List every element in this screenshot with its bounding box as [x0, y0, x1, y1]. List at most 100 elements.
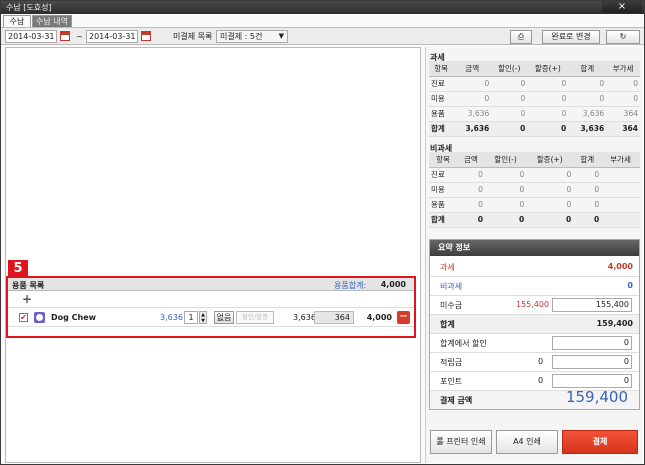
change-complete-button[interactable]: 완료로 변경 — [542, 30, 600, 44]
summary-label: 미수금 — [440, 301, 463, 310]
column-header: 할인(-) — [484, 152, 527, 168]
summary-row-discount: 합계에서 할인 0 — [430, 334, 639, 353]
table-cell: 3,636 — [453, 106, 492, 122]
summary-title: 요약 정보 — [430, 240, 639, 256]
column-header: 항목 — [429, 152, 457, 168]
table-cell: 0 — [491, 121, 528, 137]
table-cell: 0 — [573, 182, 602, 198]
table-cell: 0 — [491, 106, 528, 122]
item-list-panel: 용품 목록 용품합계: 4,000 + ✔ Dog Chew 3,636 1 ▲… — [6, 276, 416, 338]
table-cell: 미용 — [429, 182, 457, 198]
table-cell: 0 — [573, 197, 602, 213]
chevron-down-icon: ▼ — [278, 32, 284, 40]
summary-label: 포인트 — [440, 377, 463, 386]
unpaid-input[interactable]: 155,400 — [552, 298, 632, 312]
right-pane: 과세 항목 금액 할인(-) 할증(+) 합계 부가세 진료 0 0 0 0 0… — [425, 47, 642, 463]
column-header: 할인(-) — [491, 61, 528, 77]
point-input[interactable]: 0 — [552, 374, 632, 388]
table-cell — [601, 197, 640, 213]
item-amount: 3,636 — [293, 313, 316, 322]
window-title: 수납 [도효성] — [6, 3, 52, 12]
section-badge: 5 — [8, 260, 28, 277]
table-cell: 0 — [526, 197, 574, 213]
item-vat: 364 — [314, 311, 354, 324]
taxable-table: 항목 금액 할인(-) 할증(+) 합계 부가세 진료 0 0 0 0 0 미용… — [429, 61, 640, 137]
column-header: 항목 — [429, 61, 454, 77]
table-total-row: 합계 0 0 0 0 — [429, 212, 640, 228]
table-cell: 0 — [606, 76, 640, 92]
quantity-stepper[interactable]: ▲ ▼ — [199, 311, 207, 324]
summary-row-total: 합계 159,400 — [430, 315, 639, 334]
a4-print-button[interactable]: A4 인쇄 — [496, 430, 558, 454]
pay-amount-value: 159,400 — [565, 388, 628, 406]
table-cell: 합계 — [429, 212, 457, 228]
round-button[interactable]: 없음 — [214, 311, 234, 324]
column-header: 부가세 — [606, 61, 640, 77]
column-header: 부가세 — [601, 152, 640, 168]
column-header: 금액 — [456, 152, 485, 168]
action-buttons: 롤 프린터 인쇄 A4 인쇄 결제 — [426, 430, 643, 460]
left-pane — [5, 47, 421, 463]
table-cell: 용품 — [429, 106, 454, 122]
table-cell: 0 — [527, 121, 569, 137]
unpaid-select-value: 미결제 : 5건 — [220, 32, 263, 41]
date-from-input[interactable]: 2014-03-31 — [5, 30, 57, 43]
table-cell: 0 — [527, 91, 569, 107]
table-cell: 0 — [484, 212, 527, 228]
column-header: 금액 — [453, 61, 492, 77]
table-cell — [601, 212, 640, 228]
summary-value: 0 — [627, 281, 633, 290]
close-button[interactable]: × — [602, 1, 642, 13]
table-cell: 3,636 — [568, 106, 607, 122]
discount-input[interactable]: 할인/할증 — [236, 311, 274, 324]
column-header: 합계 — [573, 152, 602, 168]
tab-payment[interactable]: 수납 — [3, 15, 31, 27]
table-cell: 364 — [606, 106, 640, 122]
table-cell: 0 — [491, 76, 528, 92]
table-cell: 0 — [568, 76, 607, 92]
tab-payment-history[interactable]: 수납 내역 — [32, 15, 72, 27]
pay-button[interactable]: 결제 — [562, 430, 638, 454]
table-row: 용품 3,636 0 0 3,636 364 — [429, 106, 640, 122]
table-cell: 0 — [456, 167, 485, 183]
reserve-input[interactable]: 0 — [552, 355, 632, 369]
table-row: 진료 0 0 0 0 0 — [429, 76, 640, 92]
item-row: ✔ Dog Chew 3,636 1 ▲ ▼ 없음 할인/할증 3,636 364… — [8, 307, 414, 327]
item-sum-label: 용품합계: — [334, 281, 367, 290]
refresh-button[interactable]: ↻ — [606, 30, 640, 44]
item-name: Dog Chew — [51, 313, 97, 322]
column-header: 할증(+) — [527, 61, 569, 77]
item-list-title: 용품 목록 — [12, 281, 45, 290]
table-cell — [601, 167, 640, 183]
calendar-icon[interactable] — [141, 31, 151, 41]
save-icon-button[interactable]: ⎙ — [510, 30, 532, 44]
item-price: 3,636 — [160, 313, 183, 322]
unpaid-list-select[interactable]: 미결제 : 5건 ▼ — [216, 30, 288, 43]
table-cell: 0 — [456, 212, 485, 228]
table-cell: 0 — [484, 197, 527, 213]
date-separator: ~ — [76, 32, 83, 41]
unpaid-list-label: 미결제 목록 — [173, 32, 213, 41]
calendar-icon[interactable] — [60, 31, 70, 41]
table-cell: 364 — [606, 121, 640, 137]
table-row: 진료 0 0 0 0 — [429, 167, 640, 183]
summary-label: 과세 — [440, 263, 455, 272]
quantity-input[interactable]: 1 — [184, 311, 198, 324]
toolbar: 2014-03-31 ~ 2014-03-31 미결제 목록 미결제 : 5건 … — [1, 27, 644, 45]
table-cell: 0 — [484, 182, 527, 198]
table-cell: 0 — [484, 167, 527, 183]
product-icon — [34, 312, 45, 323]
point-value: 0 — [538, 376, 544, 385]
roll-print-button[interactable]: 롤 프린터 인쇄 — [430, 430, 492, 454]
item-checkbox[interactable]: ✔ — [19, 313, 28, 322]
add-item-icon[interactable]: + — [22, 292, 32, 306]
refresh-icon: ↻ — [619, 32, 627, 41]
date-to-input[interactable]: 2014-03-31 — [86, 30, 138, 43]
discount-total-input[interactable]: 0 — [552, 336, 632, 350]
table-cell: 0 — [573, 167, 602, 183]
column-header: 할증(+) — [526, 152, 574, 168]
table-total-row: 합계 3,636 0 0 3,636 364 — [429, 121, 640, 137]
delete-item-button[interactable]: − — [397, 311, 410, 324]
table-cell — [601, 182, 640, 198]
table-cell: 0 — [456, 197, 485, 213]
